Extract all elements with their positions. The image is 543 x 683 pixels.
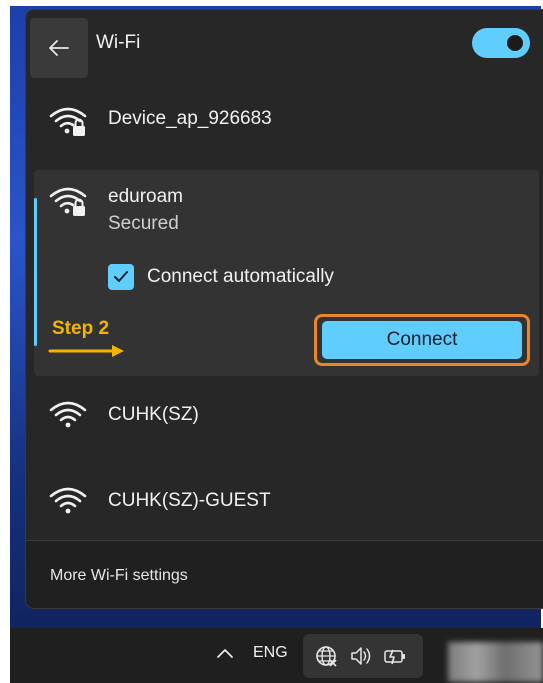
toggle-knob bbox=[507, 35, 523, 51]
wifi-flyout-panel: Wi-Fi Device_ap_926683 eduroam Secured C… bbox=[26, 10, 543, 608]
auto-connect-label[interactable]: Connect automatically bbox=[147, 266, 334, 288]
volume-icon bbox=[351, 647, 371, 665]
wifi-icon bbox=[49, 487, 87, 514]
arrow-left-icon bbox=[49, 40, 69, 56]
battery-icon bbox=[384, 649, 405, 665]
more-wifi-settings-link[interactable]: More Wi-Fi settings bbox=[50, 567, 188, 585]
panel-title: Wi-Fi bbox=[96, 32, 141, 53]
wifi-icon bbox=[49, 401, 87, 428]
checkmark-icon bbox=[114, 271, 128, 282]
system-tray-quick-settings[interactable] bbox=[303, 634, 423, 678]
network-globe-icon bbox=[316, 646, 337, 667]
auto-connect-checkbox[interactable] bbox=[108, 264, 134, 290]
wifi-lock-icon bbox=[49, 187, 87, 216]
network-item-cuhksz[interactable]: CUHK(SZ) bbox=[26, 390, 543, 446]
language-indicator[interactable]: ENG bbox=[253, 644, 288, 662]
blurred-clock-area bbox=[448, 642, 543, 682]
selection-accent-bar bbox=[34, 198, 37, 346]
wifi-toggle[interactable] bbox=[472, 28, 530, 58]
step-annotation-label: Step 2 bbox=[52, 318, 110, 339]
network-status: Secured bbox=[108, 213, 179, 234]
network-name: Device_ap_926683 bbox=[108, 108, 272, 129]
arrow-right-icon bbox=[48, 345, 124, 357]
network-item-device-ap[interactable]: Device_ap_926683 bbox=[26, 96, 543, 152]
wifi-lock-icon bbox=[49, 107, 87, 136]
chevron-up-icon[interactable] bbox=[215, 646, 235, 660]
network-name: CUHK(SZ)-GUEST bbox=[108, 490, 271, 511]
connect-highlight-frame: Connect bbox=[314, 314, 530, 366]
taskbar: ENG bbox=[10, 628, 543, 683]
connect-button[interactable]: Connect bbox=[322, 321, 522, 359]
back-button[interactable] bbox=[30, 18, 88, 78]
network-item-cuhksz-guest[interactable]: CUHK(SZ)-GUEST bbox=[26, 476, 543, 532]
network-item-eduroam-expanded[interactable]: eduroam Secured Connect automatically St… bbox=[34, 170, 539, 376]
network-name: eduroam bbox=[108, 186, 183, 207]
network-name: CUHK(SZ) bbox=[108, 404, 199, 425]
